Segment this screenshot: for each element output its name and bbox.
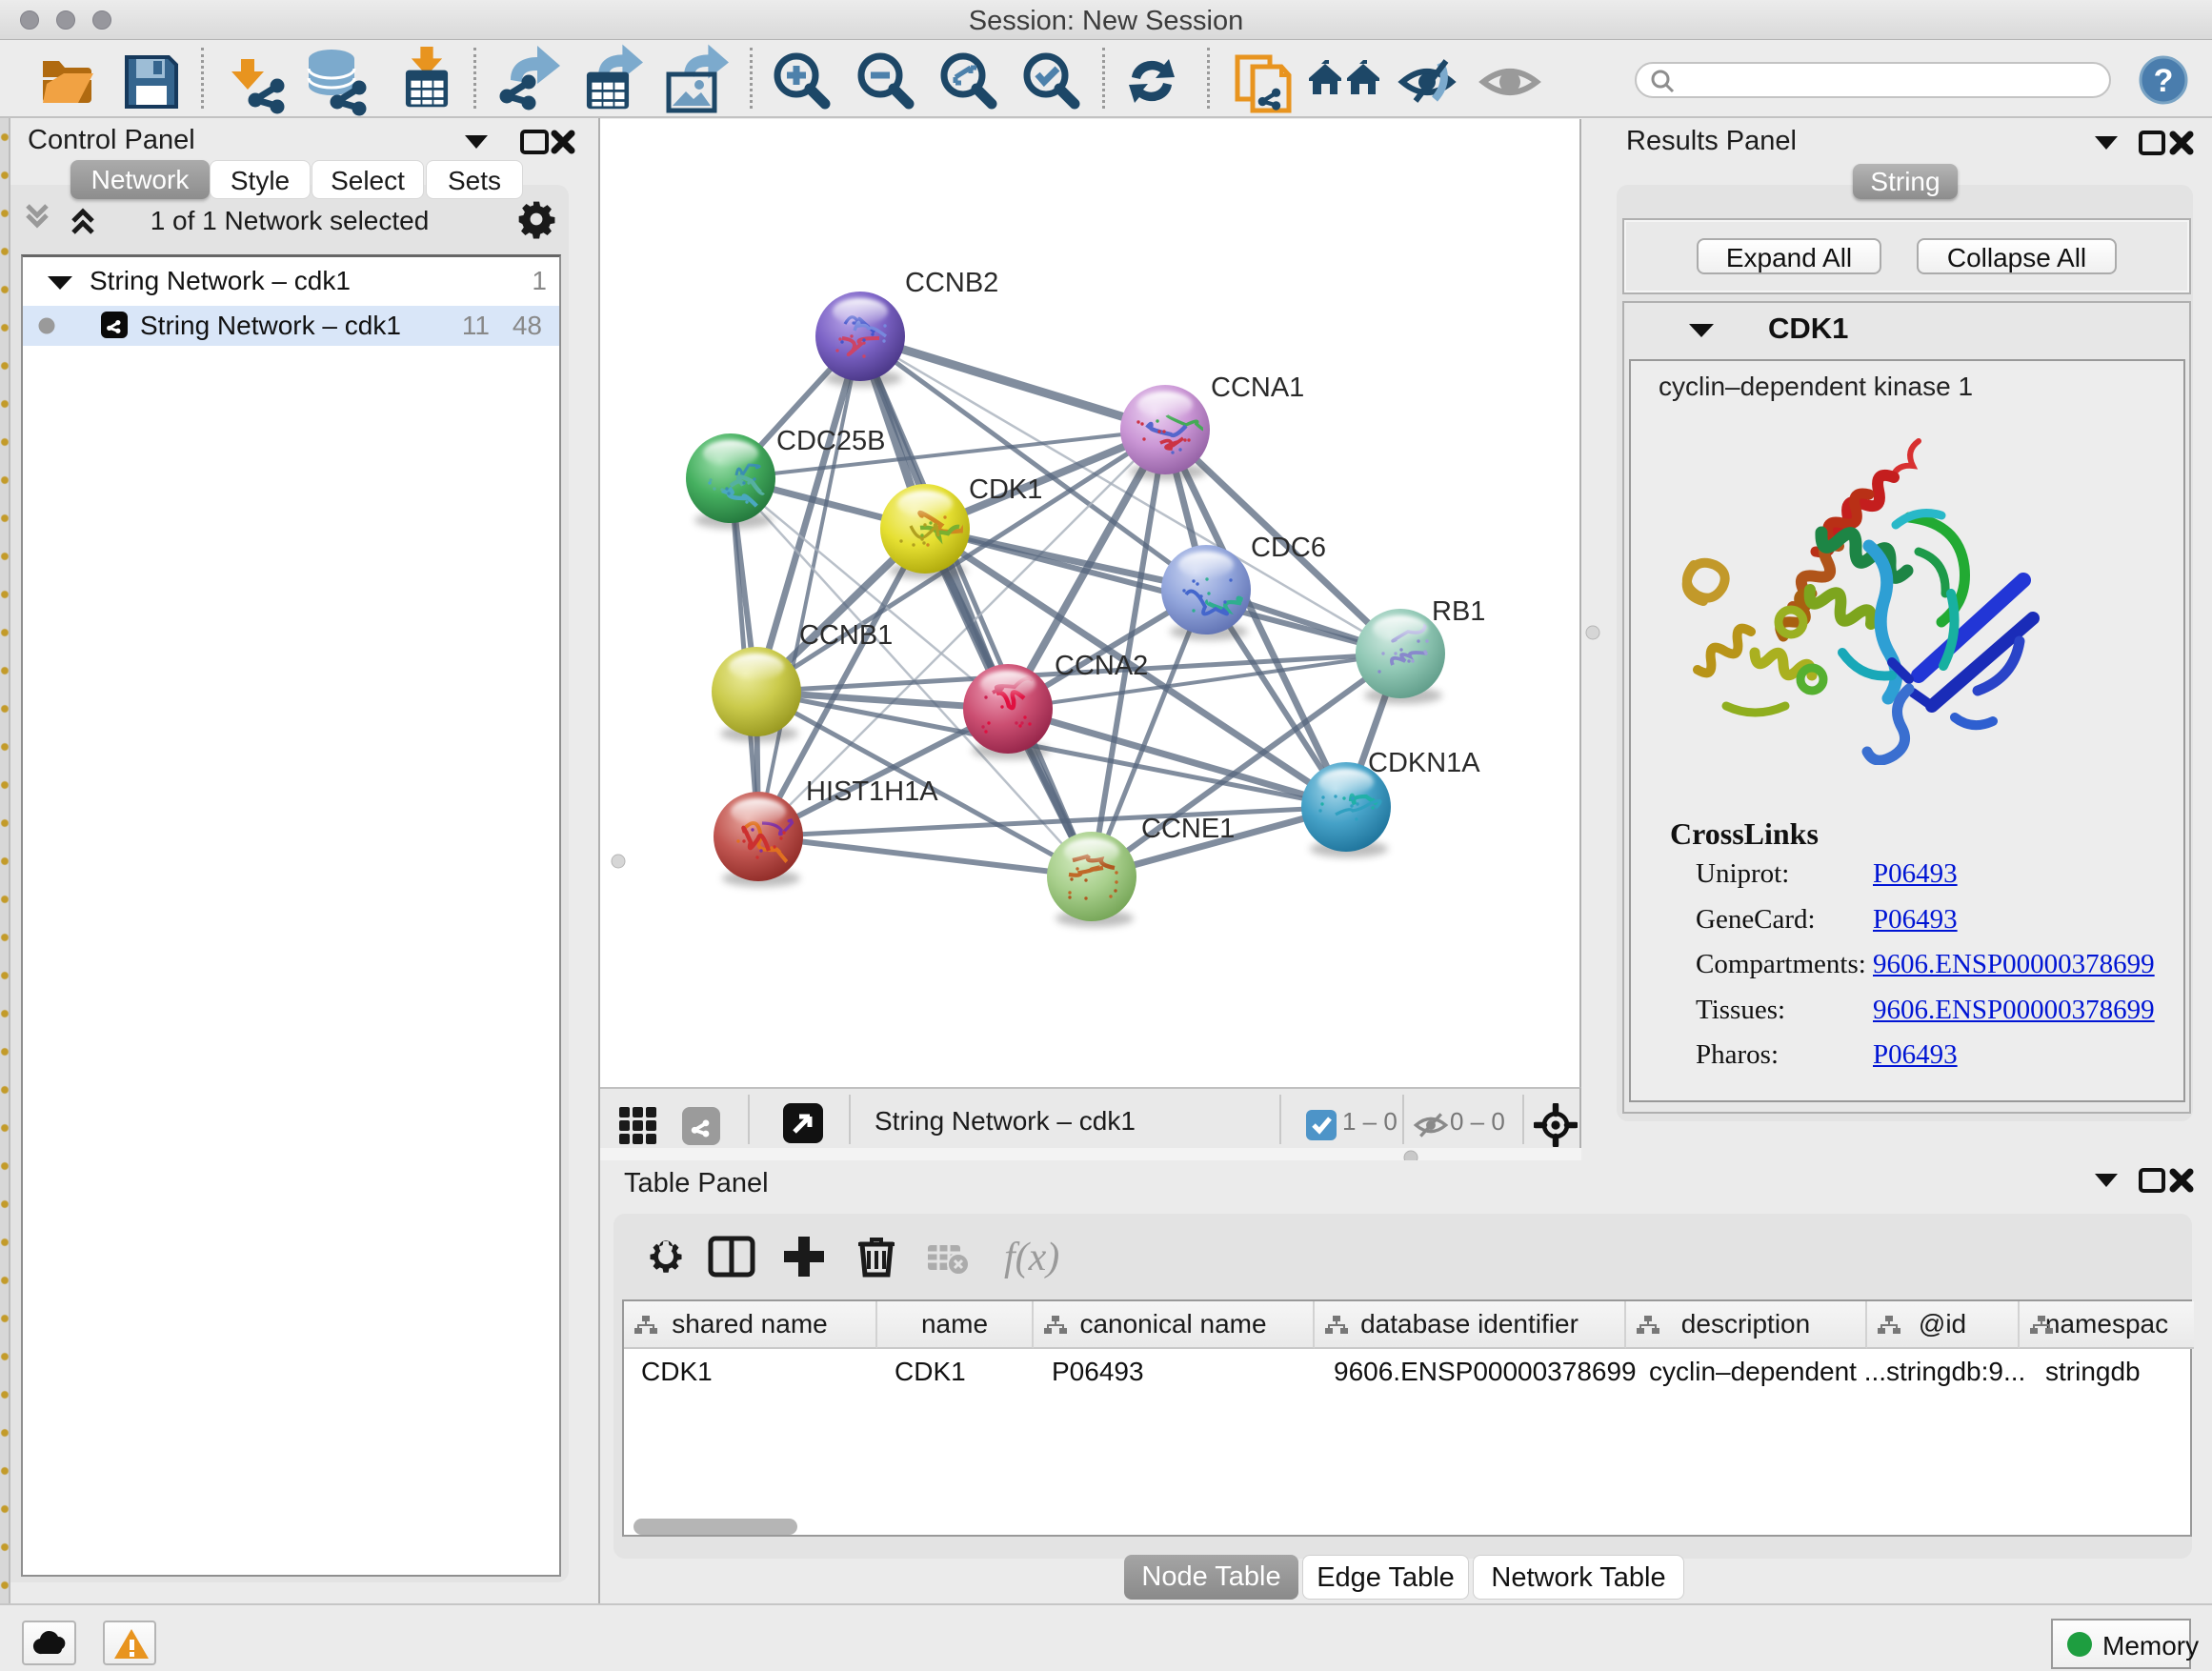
- svg-text:?: ?: [2154, 63, 2174, 99]
- svg-text:f(x): f(x): [1004, 1236, 1059, 1278]
- svg-text:CDC6: CDC6: [1251, 533, 1326, 563]
- svg-text:CDC25B: CDC25B: [776, 426, 885, 456]
- svg-text:CCNB2: CCNB2: [905, 268, 998, 298]
- svg-text:HIST1H1A: HIST1H1A: [806, 776, 938, 807]
- svg-text:CCNE1: CCNE1: [1141, 814, 1235, 844]
- svg-text:CCNB1: CCNB1: [799, 620, 893, 651]
- svg-text:CCNA1: CCNA1: [1211, 372, 1304, 403]
- svg-text:CCNA2: CCNA2: [1055, 651, 1148, 681]
- svg-text:CDK1: CDK1: [969, 474, 1042, 505]
- svg-text:CDKN1A: CDKN1A: [1368, 748, 1480, 778]
- svg-text:RB1: RB1: [1432, 596, 1485, 627]
